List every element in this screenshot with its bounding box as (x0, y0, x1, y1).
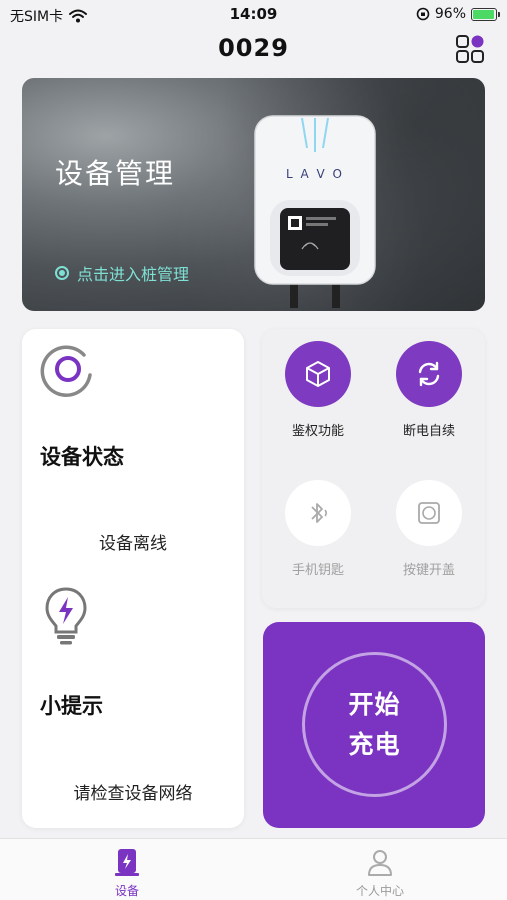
status-bar: 无SIM卡 14:09 96% (0, 0, 507, 30)
tab-personal-center-label: 个人中心 (355, 884, 404, 898)
status-ring-icon (40, 345, 92, 397)
button-open-lid-label: 按键开盖 (402, 563, 455, 578)
charger-icon (115, 849, 139, 876)
start-charging-line1: 开始 (348, 689, 401, 719)
phone-key-button[interactable]: 手机钥匙 (268, 480, 368, 578)
status-right: 96% (416, 6, 500, 22)
power-resume-label: 断电自续 (402, 424, 455, 439)
charger-device-image: L A V O (254, 115, 376, 308)
auth-function-label: 鉴权功能 (291, 424, 344, 439)
power-resume-circle (396, 341, 462, 407)
pile-management-link-label: 点击进入桩管理 (77, 265, 190, 284)
battery-icon (471, 7, 500, 21)
orientation-lock-icon (416, 7, 430, 21)
tip-text: 请检查设备网络 (73, 784, 193, 804)
button-open-lid-circle (396, 480, 462, 546)
functions-card: 鉴权功能 断电自续 手机钥匙 按键开盖 (262, 329, 485, 608)
refresh-icon (418, 361, 440, 387)
start-charging-card[interactable]: 开始 充电 (263, 622, 485, 828)
banner-title: 设备管理 (55, 157, 176, 190)
apps-grid-icon[interactable] (455, 34, 485, 64)
button-icon (418, 502, 440, 524)
phone-key-label: 手机钥匙 (291, 563, 344, 578)
device-management-banner[interactable]: 设备管理 点击进入桩管理 L A V O (22, 78, 485, 311)
phone-key-circle (285, 480, 351, 546)
tip-title: 小提示 (40, 694, 103, 718)
person-icon (368, 850, 392, 876)
pile-management-link[interactable]: 点击进入桩管理 (55, 261, 189, 285)
start-charging-button[interactable]: 开始 充电 (302, 652, 447, 797)
radio-dot-icon (55, 266, 69, 280)
cube-icon (306, 361, 330, 387)
device-status-value: 设备离线 (99, 534, 167, 554)
auth-circle (285, 341, 351, 407)
tab-device-label: 设备 (114, 884, 139, 898)
battery-percent: 96% (434, 6, 466, 22)
tab-personal-center[interactable]: 个人中心 (335, 847, 425, 899)
device-status-title: 设备状态 (40, 445, 124, 469)
lightbulb-icon (45, 587, 87, 645)
button-open-lid-button[interactable]: 按键开盖 (379, 480, 479, 578)
page-title: 0029 (218, 34, 289, 62)
auth-function-button[interactable]: 鉴权功能 (268, 341, 368, 439)
start-charging-line2: 充电 (348, 729, 401, 759)
bluetooth-icon (311, 503, 328, 523)
charger-brand-text: L A V O (286, 167, 344, 181)
tab-bar: 设备 个人中心 (0, 838, 507, 900)
device-status-card: 设备状态 设备离线 小提示 请检查设备网络 (22, 329, 244, 828)
power-resume-button[interactable]: 断电自续 (379, 341, 479, 439)
tab-device[interactable]: 设备 (82, 847, 172, 899)
